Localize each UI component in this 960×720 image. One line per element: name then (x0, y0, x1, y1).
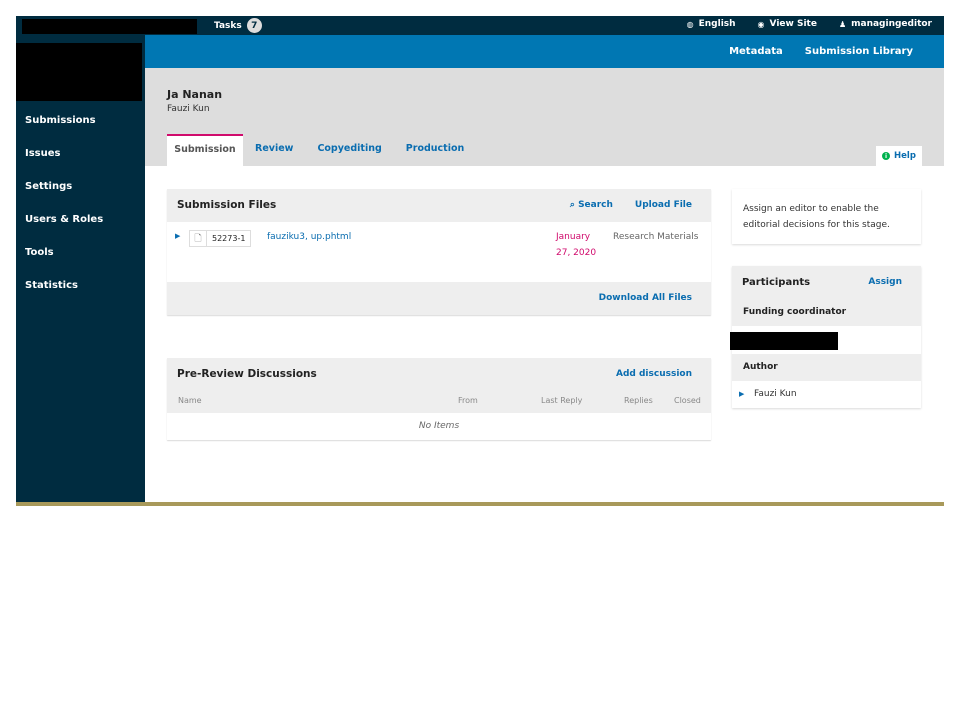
redacted-logo (16, 43, 142, 101)
tasks-count-badge: 7 (246, 18, 262, 33)
file-name-link[interactable]: fauziku3, up.phtml (267, 232, 351, 242)
sidebar-item-tools[interactable]: Tools (25, 247, 103, 280)
app-window: Tasks 7 ◍ English ◉ View Site ♟ managing… (16, 16, 944, 506)
sidebar-item-users-roles[interactable]: Users & Roles (25, 214, 103, 247)
search-icon: ⌕ (569, 200, 579, 210)
sidebar: Submissions Issues Settings Users & Role… (16, 35, 145, 506)
submission-library-button[interactable]: Submission Library (805, 46, 913, 57)
tab-review[interactable]: Review (243, 134, 305, 166)
help-label: Help (894, 151, 916, 161)
submission-files-title: Submission Files (177, 199, 277, 211)
submission-header: Ja Nanan Fauzi Kun Submission Review Cop… (145, 68, 944, 166)
sidebar-item-statistics[interactable]: Statistics (25, 280, 103, 313)
user-menu[interactable]: ♟ managingeditor (839, 19, 932, 29)
column-last-reply: Last Reply (541, 396, 583, 405)
assign-participant-button[interactable]: Assign (868, 277, 902, 287)
metadata-button[interactable]: Metadata (729, 46, 783, 57)
upload-file-button[interactable]: Upload File (635, 200, 692, 210)
view-site-label: View Site (769, 19, 817, 29)
top-bar: Tasks 7 ◍ English ◉ View Site ♟ managing… (16, 16, 944, 35)
participant-row[interactable]: ▶ Fauzi Kun (732, 381, 921, 408)
participants-title: Participants (742, 277, 811, 288)
column-closed: Closed (674, 396, 701, 405)
tab-copyediting[interactable]: Copyediting (305, 134, 393, 166)
file-type: Research Materials (613, 232, 699, 242)
help-button[interactable]: i Help (876, 146, 922, 166)
document-icon: 🗋 (190, 231, 207, 246)
column-name: Name (178, 396, 202, 405)
file-row: ▶ 🗋 52273-1 fauziku3, up.phtml January 2… (167, 222, 711, 282)
discussions-title: Pre-Review Discussions (177, 368, 317, 380)
sidebar-item-settings[interactable]: Settings (25, 181, 103, 214)
participant-name: Fauzi Kun (754, 389, 797, 399)
username-label: managingeditor (851, 19, 932, 29)
info-icon: i (882, 152, 891, 160)
language-label: English (698, 19, 736, 29)
submission-files-panel: Submission Files ⌕ Search Upload File ▶ … (167, 189, 711, 315)
view-site-link[interactable]: ◉ View Site (758, 19, 817, 29)
language-menu[interactable]: ◍ English (687, 19, 736, 29)
main-content: Metadata Submission Library Ja Nanan Fau… (145, 35, 944, 506)
submission-title: Ja Nanan (167, 88, 223, 101)
tab-production[interactable]: Production (394, 134, 476, 166)
desktop-background-strip (16, 502, 944, 506)
sidebar-nav: Submissions Issues Settings Users & Role… (25, 115, 103, 313)
redacted-participant (730, 332, 838, 350)
role-funding-coordinator: Funding coordinator (732, 299, 921, 326)
participant-row (730, 326, 921, 354)
redacted-site-name (22, 19, 197, 34)
column-replies: Replies (624, 396, 653, 405)
empty-state: No Items (418, 421, 460, 431)
sidebar-item-issues[interactable]: Issues (25, 148, 103, 181)
add-discussion-button[interactable]: Add discussion (616, 369, 692, 379)
file-id: 52273-1 (212, 234, 246, 243)
tasks-label: Tasks (214, 20, 242, 31)
participants-panel: Participants Assign Funding coordinator … (730, 266, 921, 408)
pre-review-discussions-panel: Pre-Review Discussions Add discussion Na… (167, 358, 711, 440)
download-all-files-button[interactable]: Download All Files (599, 293, 692, 303)
submission-author: Fauzi Kun (167, 104, 210, 114)
eye-icon: ◉ (757, 19, 765, 29)
workflow-tabs: Submission Review Copyediting Production (167, 134, 476, 166)
editor-notice: Assign an editor to enable the editorial… (732, 189, 921, 244)
column-from: From (458, 396, 478, 405)
user-icon: ♟ (838, 19, 847, 29)
expand-row-icon[interactable]: ▶ (739, 390, 744, 398)
search-label: Search (578, 200, 613, 210)
search-files-button[interactable]: ⌕ Search (570, 200, 613, 210)
sidebar-item-submissions[interactable]: Submissions (25, 115, 103, 148)
expand-row-icon[interactable]: ▶ (175, 232, 180, 240)
tab-submission[interactable]: Submission (167, 134, 243, 166)
globe-icon: ◍ (686, 19, 694, 29)
submission-action-bar: Metadata Submission Library (145, 35, 944, 68)
file-date: January 27, 2020 (556, 232, 597, 258)
tasks-button[interactable]: Tasks 7 (214, 18, 262, 33)
file-id-badge: 🗋 52273-1 (189, 230, 252, 247)
discussion-column-headers: Name From Last Reply Replies Closed (167, 391, 711, 413)
role-author: Author (732, 354, 921, 381)
